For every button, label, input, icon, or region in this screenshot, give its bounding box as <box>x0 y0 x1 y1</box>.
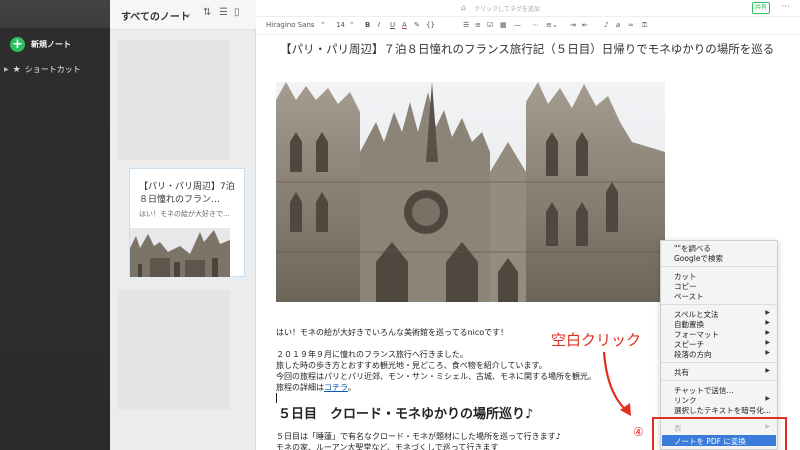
note-title[interactable]: 【パリ・パリ周辺】７泊８日憧れのフランス旅行記（５日目）日帰りでモネゆかりの場所… <box>280 41 774 57</box>
chevron-down-icon[interactable]: ⌃ <box>349 21 355 29</box>
paragraph[interactable]: 今回の旅程はパリとパリ近郊、モン・サン・ミシェル、古城、モネに関する場所を観光。 <box>276 371 596 382</box>
sidebar: + 新規ノート ▶ ★ ショートカット <box>0 0 110 450</box>
checkbox-icon[interactable]: ☑ <box>487 21 493 29</box>
font-family-select[interactable]: Hiragino Sans <box>266 21 315 29</box>
menu-item-share[interactable]: 共有 <box>674 367 689 378</box>
align-icon[interactable]: ≡⌄ <box>546 21 558 29</box>
note-card-selected[interactable]: 【パリ・パリ周辺】7泊８日憧れのフラン… はい！モネの絵が大好きで… <box>129 168 245 277</box>
outdent-icon[interactable]: ⇤ <box>582 21 588 29</box>
blurred-note-item[interactable] <box>118 290 230 410</box>
annotation-arrow-icon <box>602 351 631 416</box>
highlight-icon[interactable]: ✎ <box>414 21 420 29</box>
new-note-button[interactable]: + 新規ノート <box>10 37 71 52</box>
paragraph[interactable]: 旅した時の歩き方とおすすめ観光地・見どころ、食べ物を紹介しています。 <box>276 360 547 371</box>
sidebar-item-shortcuts[interactable]: ▶ ★ ショートカット <box>4 64 81 75</box>
menu-separator <box>661 362 777 363</box>
details-suffix: 。 <box>347 383 356 392</box>
paragraph[interactable]: はい！モネの絵が大好きでいろんな美術館を巡ってるnicoです！ <box>276 327 508 338</box>
divider-icon[interactable]: — <box>514 21 521 29</box>
underline-icon[interactable]: U <box>390 21 395 29</box>
sidebar-item-label: ショートカット <box>24 65 81 74</box>
submenu-arrow-icon: ▶ <box>765 367 770 374</box>
lock-icon[interactable]: ⚿ <box>642 21 647 30</box>
note-card-title: 【パリ・パリ周辺】7泊８日憧れのフラン… <box>139 182 235 205</box>
paragraph[interactable]: ２０１９年９月に憧れのフランス旅行へ行きました。 <box>276 349 468 360</box>
bullet-list-icon[interactable]: ☰ <box>463 21 469 29</box>
section-heading[interactable]: ５日目 クロード・モネゆかりの場所巡り♪ <box>278 403 533 422</box>
menu-item-google-search[interactable]: Googleで検索 <box>674 253 723 264</box>
tag-bar: ⌂ クリックしてタグを追加 共有 ··· <box>256 0 800 17</box>
notes-list-header: すべてのノート ⌄ ⇅ ☰ ▯ <box>110 0 256 30</box>
filter-icon[interactable]: ☰ <box>219 7 228 18</box>
sidebar-titlebar <box>0 0 110 28</box>
plus-icon: + <box>10 37 25 52</box>
share-button[interactable]: 共有 <box>752 2 770 14</box>
paragraph[interactable]: モネの家、ルーアン大聖堂など、モネづくしで巡って行きます <box>276 442 498 450</box>
menu-item-paste[interactable]: ペースト <box>674 291 704 302</box>
text-cursor <box>276 393 277 403</box>
chevron-down-icon[interactable]: ⌃ <box>320 21 326 29</box>
text-color-icon[interactable]: A <box>402 21 407 29</box>
link-icon[interactable]: ⋯ <box>532 21 539 29</box>
caret-right-icon: ▶ <box>4 66 9 73</box>
details-link[interactable]: コチラ <box>324 383 348 392</box>
menu-separator <box>661 266 777 267</box>
annotation-highlight-box <box>652 417 787 450</box>
blurred-note-item[interactable] <box>118 40 230 160</box>
cathedral-image <box>276 82 665 302</box>
annotation-number: ④ <box>633 425 644 439</box>
menu-separator <box>661 304 777 305</box>
chevron-down-icon[interactable]: ⌄ <box>185 9 192 18</box>
menu-item-paragraph-direction[interactable]: 段落の方向 <box>674 349 712 360</box>
mic-icon[interactable]: ♪ <box>604 21 608 29</box>
format-toolbar: Hiragino Sans ⌃ 14 ⌃ B I U A ✎ {} ☰ ≡ ☑ … <box>256 17 800 35</box>
code-icon[interactable]: {} <box>426 21 435 29</box>
italic-icon[interactable]: I <box>378 21 380 29</box>
view-options-icon[interactable]: ▯ <box>234 7 240 18</box>
menu-item-encrypt[interactable]: 選択したテキストを暗号化... <box>674 405 771 416</box>
indent-icon[interactable]: ⇥ <box>570 21 576 29</box>
bold-icon[interactable]: B <box>365 21 370 29</box>
font-size-select[interactable]: 14 <box>336 21 345 29</box>
submenu-arrow-icon: ▶ <box>765 395 770 402</box>
submenu-arrow-icon: ▶ <box>765 349 770 356</box>
sort-icon[interactable]: ⇅ <box>203 7 211 18</box>
notes-list-title[interactable]: すべてのノート <box>121 8 190 23</box>
paragraph[interactable]: ５日目は「睡蓮」で有名なクロード・モネが題材にした場所を巡って行きます♪ <box>276 431 561 442</box>
submenu-arrow-icon: ▶ <box>765 309 770 316</box>
tag-icon: ⌂ <box>461 3 467 12</box>
star-icon: ★ <box>12 64 21 75</box>
more-options-icon[interactable]: ··· <box>781 2 790 12</box>
notes-list-panel: すべてのノート ⌄ ⇅ ☰ ▯ 【パリ・パリ周辺】7泊８日憧れのフラン… はい！… <box>110 0 256 450</box>
note-card-thumbnail <box>130 228 230 277</box>
numbered-list-icon[interactable]: ≡ <box>475 21 481 29</box>
submenu-arrow-icon: ▶ <box>765 339 770 346</box>
tag-input[interactable]: クリックしてタグを追加 <box>474 4 540 13</box>
annotation-label: 空白クリック <box>551 331 642 349</box>
paragraph[interactable]: 旅程の詳細はコチラ。 <box>276 382 356 393</box>
submenu-arrow-icon: ▶ <box>765 329 770 336</box>
table-icon[interactable]: ▦ <box>500 21 507 29</box>
note-card-snippet: はい！モネの絵が大好きで… <box>139 210 230 218</box>
attach-icon[interactable]: ⌀ <box>616 21 620 29</box>
new-note-label: 新規ノート <box>31 40 71 49</box>
menu-separator <box>661 380 777 381</box>
submenu-arrow-icon: ▶ <box>765 319 770 326</box>
link-icon[interactable]: ∞ <box>628 21 634 29</box>
details-prefix: 旅程の詳細は <box>276 383 324 392</box>
